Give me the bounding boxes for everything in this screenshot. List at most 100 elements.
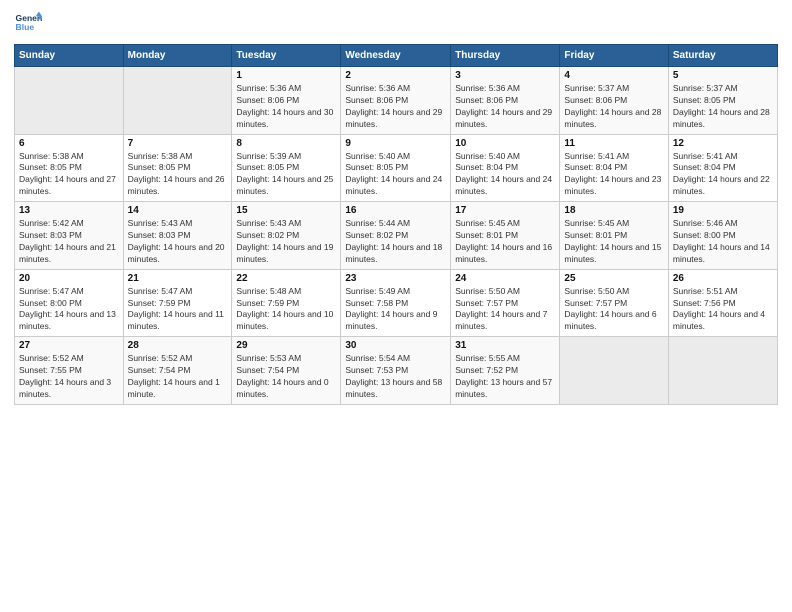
day-number: 11 xyxy=(564,138,663,149)
calendar-cell: 2 Sunrise: 5:36 AM Sunset: 8:06 PM Daylig… xyxy=(341,67,451,135)
day-detail: Sunrise: 5:39 AM Sunset: 8:05 PM Dayligh… xyxy=(236,151,336,199)
day-detail: Sunrise: 5:54 AM Sunset: 7:53 PM Dayligh… xyxy=(345,353,446,401)
day-detail: Sunrise: 5:43 AM Sunset: 8:03 PM Dayligh… xyxy=(128,218,228,266)
calendar-cell: 8 Sunrise: 5:39 AM Sunset: 8:05 PM Daylig… xyxy=(232,134,341,202)
calendar-cell: 9 Sunrise: 5:40 AM Sunset: 8:05 PM Daylig… xyxy=(341,134,451,202)
day-number: 13 xyxy=(19,205,119,216)
day-number: 31 xyxy=(455,340,555,351)
calendar-cell: 17 Sunrise: 5:45 AM Sunset: 8:01 PM Dayli… xyxy=(451,202,560,270)
day-number: 1 xyxy=(236,70,336,81)
calendar-cell: 1 Sunrise: 5:36 AM Sunset: 8:06 PM Daylig… xyxy=(232,67,341,135)
calendar-cell: 13 Sunrise: 5:42 AM Sunset: 8:03 PM Dayli… xyxy=(15,202,124,270)
calendar-cell: 26 Sunrise: 5:51 AM Sunset: 7:56 PM Dayli… xyxy=(668,269,777,337)
day-detail: Sunrise: 5:47 AM Sunset: 7:59 PM Dayligh… xyxy=(128,286,228,334)
calendar-table: SundayMondayTuesdayWednesdayThursdayFrid… xyxy=(14,44,778,405)
calendar-cell: 20Sunrise: 5:47 AM Sunset: 8:00 PM Dayli… xyxy=(15,269,124,337)
day-detail: Sunrise: 5:37 AM Sunset: 8:05 PM Dayligh… xyxy=(673,83,773,131)
day-number: 8 xyxy=(236,138,336,149)
day-detail: Sunrise: 5:36 AM Sunset: 8:06 PM Dayligh… xyxy=(345,83,446,131)
calendar-cell: 15 Sunrise: 5:43 AM Sunset: 8:02 PM Dayli… xyxy=(232,202,341,270)
calendar-cell: 14 Sunrise: 5:43 AM Sunset: 8:03 PM Dayli… xyxy=(123,202,232,270)
logo: General Blue xyxy=(14,10,46,38)
day-detail: Sunrise: 5:36 AM Sunset: 8:06 PM Dayligh… xyxy=(236,83,336,131)
weekday-header: Tuesday xyxy=(232,45,341,67)
day-number: 18 xyxy=(564,205,663,216)
day-detail: Sunrise: 5:41 AM Sunset: 8:04 PM Dayligh… xyxy=(673,151,773,199)
day-detail: Sunrise: 5:53 AM Sunset: 7:54 PM Dayligh… xyxy=(236,353,336,401)
day-detail: Sunrise: 5:48 AM Sunset: 7:59 PM Dayligh… xyxy=(236,286,336,334)
day-detail: Sunrise: 5:55 AM Sunset: 7:52 PM Dayligh… xyxy=(455,353,555,401)
day-number: 3 xyxy=(455,70,555,81)
day-number: 28 xyxy=(128,340,228,351)
weekday-header: Monday xyxy=(123,45,232,67)
day-number: 22 xyxy=(236,273,336,284)
day-detail: Sunrise: 5:38 AM Sunset: 8:05 PM Dayligh… xyxy=(19,151,119,199)
day-detail: Sunrise: 5:51 AM Sunset: 7:56 PM Dayligh… xyxy=(673,286,773,334)
calendar-cell: 21 Sunrise: 5:47 AM Sunset: 7:59 PM Dayli… xyxy=(123,269,232,337)
calendar-cell: 7 Sunrise: 5:38 AM Sunset: 8:05 PM Daylig… xyxy=(123,134,232,202)
day-detail: Sunrise: 5:36 AM Sunset: 8:06 PM Dayligh… xyxy=(455,83,555,131)
calendar-cell: 29 Sunrise: 5:53 AM Sunset: 7:54 PM Dayli… xyxy=(232,337,341,405)
svg-text:Blue: Blue xyxy=(16,22,35,32)
day-detail: Sunrise: 5:41 AM Sunset: 8:04 PM Dayligh… xyxy=(564,151,663,199)
day-number: 26 xyxy=(673,273,773,284)
day-number: 12 xyxy=(673,138,773,149)
day-number: 14 xyxy=(128,205,228,216)
day-detail: Sunrise: 5:52 AM Sunset: 7:54 PM Dayligh… xyxy=(128,353,228,401)
day-detail: Sunrise: 5:40 AM Sunset: 8:04 PM Dayligh… xyxy=(455,151,555,199)
day-number: 5 xyxy=(673,70,773,81)
calendar-cell: 23Sunrise: 5:49 AM Sunset: 7:58 PM Dayli… xyxy=(341,269,451,337)
day-number: 6 xyxy=(19,138,119,149)
weekday-header: Saturday xyxy=(668,45,777,67)
day-number: 27 xyxy=(19,340,119,351)
day-number: 7 xyxy=(128,138,228,149)
day-detail: Sunrise: 5:45 AM Sunset: 8:01 PM Dayligh… xyxy=(455,218,555,266)
day-number: 2 xyxy=(345,70,446,81)
day-number: 4 xyxy=(564,70,663,81)
weekday-header: Sunday xyxy=(15,45,124,67)
day-number: 29 xyxy=(236,340,336,351)
calendar-cell: 5 Sunrise: 5:37 AM Sunset: 8:05 PM Daylig… xyxy=(668,67,777,135)
day-number: 25 xyxy=(564,273,663,284)
day-detail: Sunrise: 5:50 AM Sunset: 7:57 PM Dayligh… xyxy=(564,286,663,334)
day-number: 15 xyxy=(236,205,336,216)
day-detail: Sunrise: 5:40 AM Sunset: 8:05 PM Dayligh… xyxy=(345,151,446,199)
weekday-header: Friday xyxy=(560,45,668,67)
day-detail: Sunrise: 5:38 AM Sunset: 8:05 PM Dayligh… xyxy=(128,151,228,199)
weekday-header: Thursday xyxy=(451,45,560,67)
calendar-cell xyxy=(668,337,777,405)
day-number: 21 xyxy=(128,273,228,284)
calendar-cell: 4Sunrise: 5:37 AM Sunset: 8:06 PM Daylig… xyxy=(560,67,668,135)
day-number: 19 xyxy=(673,205,773,216)
calendar-cell: 6 Sunrise: 5:38 AM Sunset: 8:05 PM Daylig… xyxy=(15,134,124,202)
calendar-cell: 30Sunrise: 5:54 AM Sunset: 7:53 PM Dayli… xyxy=(341,337,451,405)
calendar-cell: 31 Sunrise: 5:55 AM Sunset: 7:52 PM Dayli… xyxy=(451,337,560,405)
day-detail: Sunrise: 5:43 AM Sunset: 8:02 PM Dayligh… xyxy=(236,218,336,266)
day-number: 17 xyxy=(455,205,555,216)
day-number: 16 xyxy=(345,205,446,216)
calendar-cell: 16 Sunrise: 5:44 AM Sunset: 8:02 PM Dayli… xyxy=(341,202,451,270)
day-detail: Sunrise: 5:44 AM Sunset: 8:02 PM Dayligh… xyxy=(345,218,446,266)
calendar-cell: 12 Sunrise: 5:41 AM Sunset: 8:04 PM Dayli… xyxy=(668,134,777,202)
day-detail: Sunrise: 5:47 AM Sunset: 8:00 PM Dayligh… xyxy=(19,286,119,334)
calendar-cell xyxy=(560,337,668,405)
day-detail: Sunrise: 5:50 AM Sunset: 7:57 PM Dayligh… xyxy=(455,286,555,334)
calendar-cell: 3 Sunrise: 5:36 AM Sunset: 8:06 PM Daylig… xyxy=(451,67,560,135)
calendar-cell: 10 Sunrise: 5:40 AM Sunset: 8:04 PM Dayli… xyxy=(451,134,560,202)
day-detail: Sunrise: 5:52 AM Sunset: 7:55 PM Dayligh… xyxy=(19,353,119,401)
day-number: 23 xyxy=(345,273,446,284)
day-number: 24 xyxy=(455,273,555,284)
calendar-cell: 22 Sunrise: 5:48 AM Sunset: 7:59 PM Dayli… xyxy=(232,269,341,337)
calendar-cell: 27 Sunrise: 5:52 AM Sunset: 7:55 PM Dayli… xyxy=(15,337,124,405)
calendar-cell: 19 Sunrise: 5:46 AM Sunset: 8:00 PM Dayli… xyxy=(668,202,777,270)
calendar-cell: 25 Sunrise: 5:50 AM Sunset: 7:57 PM Dayli… xyxy=(560,269,668,337)
day-number: 10 xyxy=(455,138,555,149)
calendar-cell: 11 Sunrise: 5:41 AM Sunset: 8:04 PM Dayli… xyxy=(560,134,668,202)
day-detail: Sunrise: 5:42 AM Sunset: 8:03 PM Dayligh… xyxy=(19,218,119,266)
calendar-cell xyxy=(15,67,124,135)
day-detail: Sunrise: 5:46 AM Sunset: 8:00 PM Dayligh… xyxy=(673,218,773,266)
logo-icon: General Blue xyxy=(14,10,42,38)
calendar-cell: 28 Sunrise: 5:52 AM Sunset: 7:54 PM Dayli… xyxy=(123,337,232,405)
day-detail: Sunrise: 5:45 AM Sunset: 8:01 PM Dayligh… xyxy=(564,218,663,266)
day-number: 9 xyxy=(345,138,446,149)
